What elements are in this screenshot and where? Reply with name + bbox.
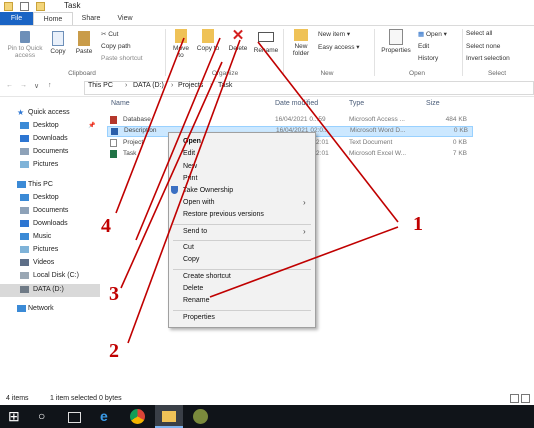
status-item-count: 4 items: [6, 395, 29, 402]
windows-start-icon[interactable]: ⊞: [8, 409, 23, 424]
status-bar: 4 items 1 item selected 0 bytes: [0, 393, 534, 405]
file-explorer-icon: [162, 411, 176, 422]
annotation-number-3: 3: [109, 283, 119, 305]
edge-icon[interactable]: e: [100, 409, 115, 424]
annotation-number-1: 1: [413, 213, 423, 235]
large-icons-view-icon[interactable]: [521, 394, 530, 403]
taskbar: ⊞ ○ e: [0, 405, 534, 428]
task-view-icon[interactable]: [68, 412, 81, 423]
status-selection: 1 item selected 0 bytes: [50, 395, 122, 402]
annotation-number-4: 4: [101, 215, 111, 237]
search-icon[interactable]: ○: [38, 409, 53, 424]
chrome-icon[interactable]: [130, 409, 145, 424]
annotation-number-2: 2: [109, 340, 119, 362]
app-icon[interactable]: [193, 409, 208, 424]
details-view-icon[interactable]: [510, 394, 519, 403]
annotation-lines: [115, 37, 399, 344]
